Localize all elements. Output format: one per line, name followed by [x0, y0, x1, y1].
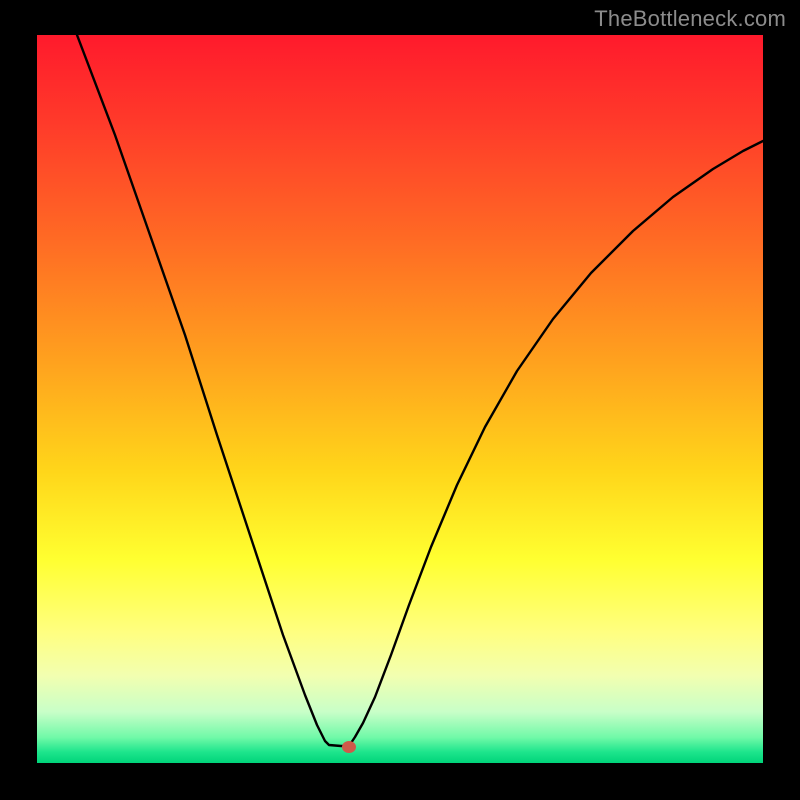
- chart-svg: [37, 35, 763, 763]
- bottleneck-curve: [77, 35, 763, 746]
- watermark-text: TheBottleneck.com: [594, 6, 786, 32]
- chart-frame: TheBottleneck.com: [0, 0, 800, 800]
- minimum-marker: [342, 741, 356, 753]
- chart-plot-area: [37, 35, 763, 763]
